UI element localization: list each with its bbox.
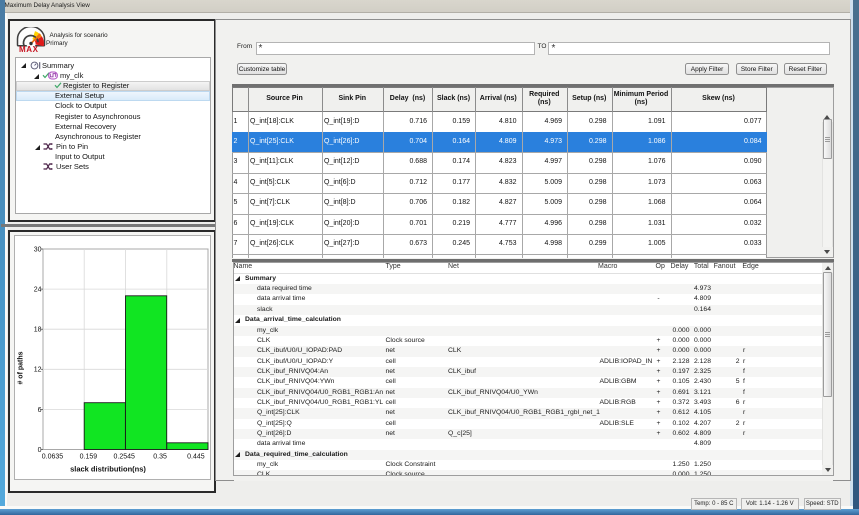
svg-text:slack distribution(ns): slack distribution(ns) xyxy=(70,465,146,474)
svg-text:18: 18 xyxy=(34,327,42,334)
svg-text:12: 12 xyxy=(34,367,42,374)
svg-text:# of paths: # of paths xyxy=(18,351,25,384)
svg-text:30: 30 xyxy=(34,246,42,253)
svg-text:0.35: 0.35 xyxy=(153,454,167,461)
svg-text:0.159: 0.159 xyxy=(80,454,98,461)
svg-text:24: 24 xyxy=(34,287,42,294)
svg-text:0.2545: 0.2545 xyxy=(113,454,135,461)
svg-text:0.0635: 0.0635 xyxy=(42,454,64,461)
svg-text:6: 6 xyxy=(38,407,42,414)
svg-text:0.445: 0.445 xyxy=(187,454,205,461)
